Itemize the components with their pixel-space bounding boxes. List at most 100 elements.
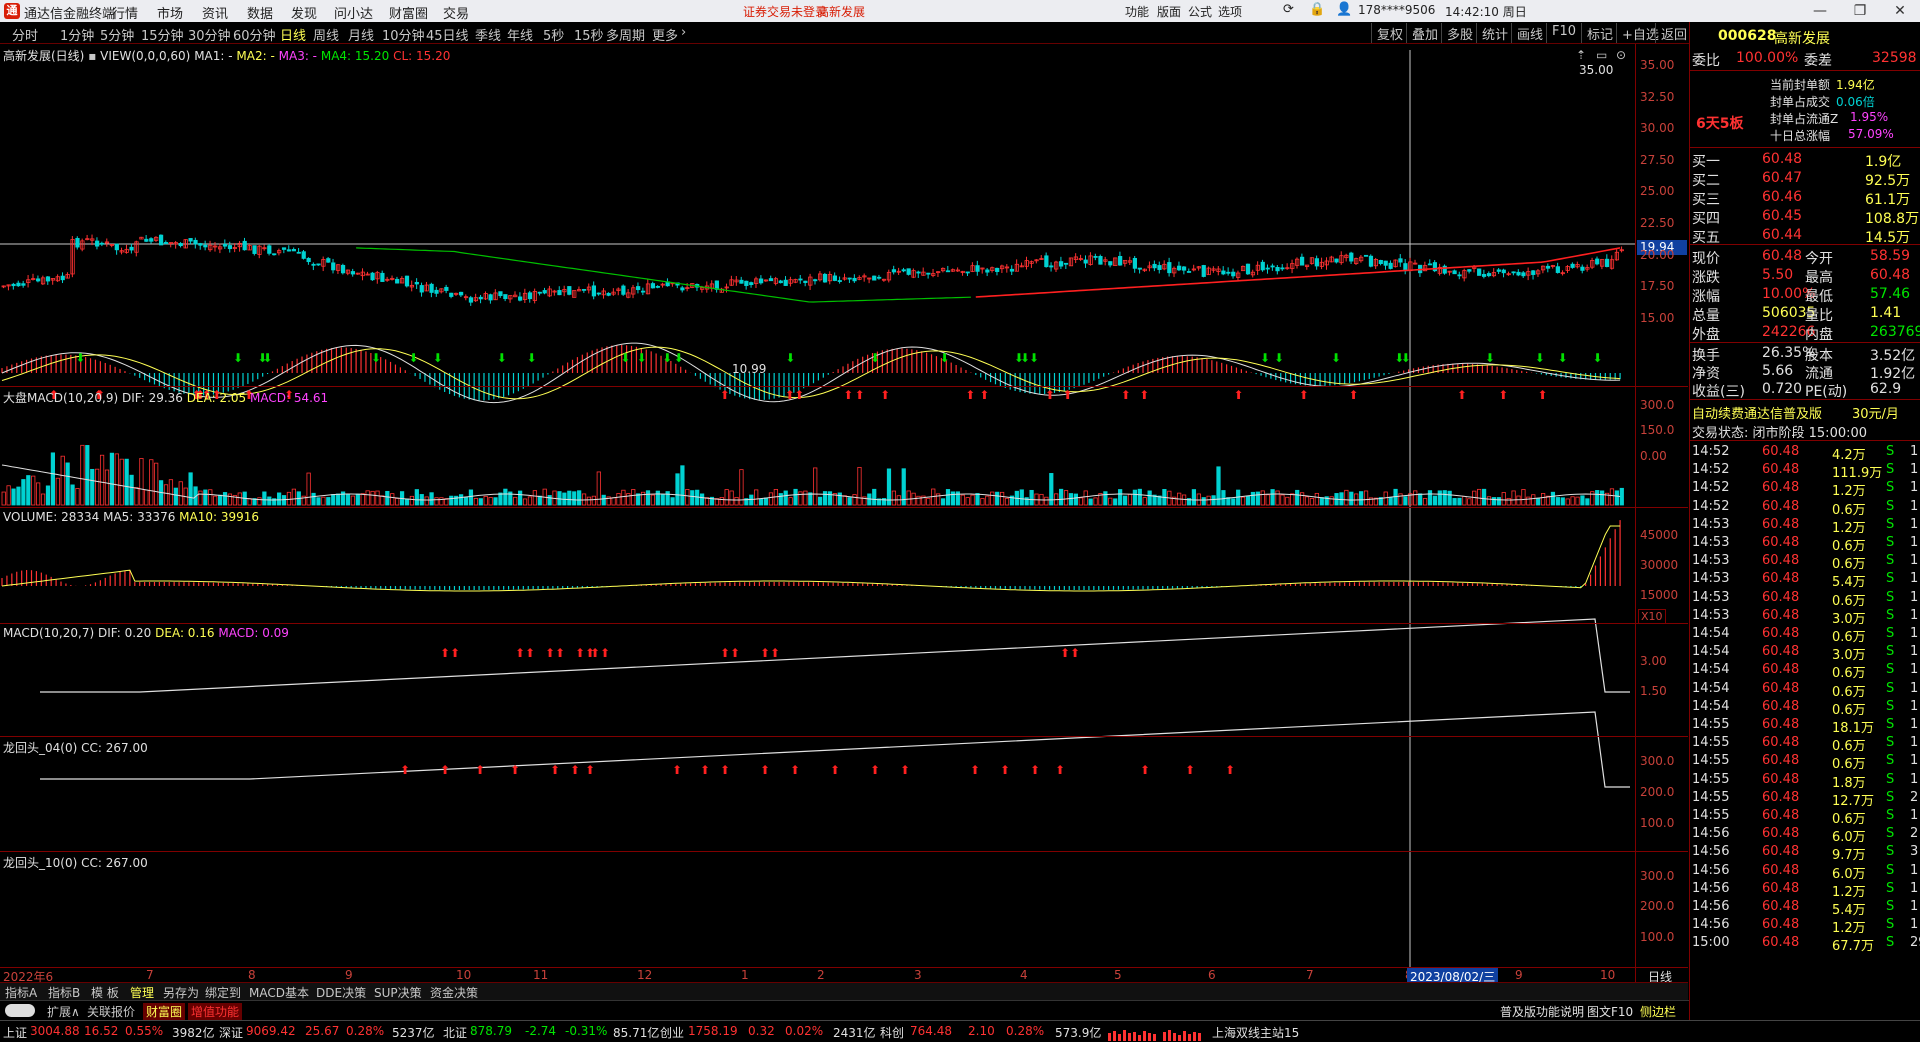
tab-indicator-b[interactable]: 指标B xyxy=(48,984,80,1001)
tab-dde[interactable]: DDE决策 xyxy=(316,984,366,1001)
top-formula[interactable]: 公式 xyxy=(1188,3,1212,20)
menu-wealth[interactable]: 财富圈 xyxy=(389,3,428,22)
tool-overlay[interactable]: 叠加 xyxy=(1406,23,1443,43)
tick-row[interactable]: 15:00 60.48 67.7万 S 29 xyxy=(1690,934,1920,954)
cy-label[interactable]: 创业 xyxy=(660,1024,684,1041)
menu-hq[interactable]: 行情 xyxy=(112,3,138,22)
tick-row[interactable]: 14:56 60.48 6.0万 S 2 xyxy=(1690,825,1920,845)
lock-icon[interactable]: 🔒 xyxy=(1309,2,1325,17)
top-options[interactable]: 选项 xyxy=(1218,3,1242,20)
period-15s[interactable]: 15秒 xyxy=(574,25,604,44)
minimize-icon[interactable]: — xyxy=(1800,0,1840,22)
period-30m[interactable]: 30分钟 xyxy=(188,25,231,44)
bid-row[interactable]: 买五 60.44 14.5万 xyxy=(1690,226,1920,246)
period-season[interactable]: 季线 xyxy=(475,25,501,44)
tab-bind[interactable]: 绑定到 xyxy=(205,984,241,1001)
period-1m[interactable]: 1分钟 xyxy=(60,25,94,44)
tick-row[interactable]: 14:53 60.48 0.6万 S 1 xyxy=(1690,589,1920,609)
tick-row[interactable]: 14:56 60.48 1.2万 S 1 xyxy=(1690,880,1920,900)
tick-row[interactable]: 14:53 60.48 0.6万 S 1 xyxy=(1690,534,1920,554)
promo-price[interactable]: 30元/月 xyxy=(1852,403,1899,422)
tool-stats[interactable]: 统计 xyxy=(1476,23,1513,43)
user-icon[interactable]: 👤 xyxy=(1336,2,1352,17)
promo-text[interactable]: 自动续费通达信普及版 xyxy=(1692,403,1822,422)
tab-sup[interactable]: SUP决策 xyxy=(374,984,422,1001)
top-func[interactable]: 功能 xyxy=(1125,3,1149,20)
bid-row[interactable]: 买四 60.45 108.8万 xyxy=(1690,207,1920,227)
tick-row[interactable]: 14:54 60.48 0.6万 S 1 xyxy=(1690,680,1920,700)
tool-draw[interactable]: 画线 xyxy=(1511,23,1548,43)
period-week[interactable]: 周线 xyxy=(313,25,339,44)
link-f10[interactable]: 图文F10 xyxy=(1587,1003,1633,1020)
tick-row[interactable]: 14:53 60.48 3.0万 S 1 xyxy=(1690,607,1920,627)
tick-row[interactable]: 14:55 60.48 12.7万 S 2 xyxy=(1690,789,1920,809)
tab-macd-basic[interactable]: MACD基本 xyxy=(249,984,309,1001)
menu-ask[interactable]: 问小达 xyxy=(334,3,373,22)
tick-row[interactable]: 14:56 60.48 5.4万 S 1 xyxy=(1690,898,1920,918)
kc-label[interactable]: 科创 xyxy=(880,1024,904,1041)
tick-row[interactable]: 14:55 60.48 0.6万 S 1 xyxy=(1690,807,1920,827)
tick-row[interactable]: 14:54 60.48 0.6万 S 1 xyxy=(1690,625,1920,645)
tab-value-added[interactable]: 增值功能 xyxy=(188,1003,243,1020)
tab-fund[interactable]: 资金决策 xyxy=(430,984,478,1001)
tab-manage[interactable]: 管理 xyxy=(130,984,154,1001)
tool-fuquan[interactable]: 复权 xyxy=(1371,23,1408,43)
tool-back[interactable]: 返回 xyxy=(1655,23,1692,43)
tick-row[interactable]: 14:52 60.48 1.2万 S 1 xyxy=(1690,479,1920,499)
period-60m[interactable]: 60分钟 xyxy=(233,25,276,44)
tick-row[interactable]: 14:55 60.48 18.1万 S 1 xyxy=(1690,716,1920,736)
tab-related-quote[interactable]: 关联报价 xyxy=(87,1003,135,1020)
tool-multi[interactable]: 多股 xyxy=(1441,23,1478,43)
period-day[interactable]: 日线 xyxy=(280,25,306,44)
tick-row[interactable]: 14:53 60.48 0.6万 S 1 xyxy=(1690,552,1920,572)
tick-row[interactable]: 14:52 60.48 4.2万 S 1 xyxy=(1690,443,1920,463)
tick-row[interactable]: 14:56 60.48 1.2万 S 1 xyxy=(1690,916,1920,936)
bid-row[interactable]: 买一 60.48 1.9亿 xyxy=(1690,150,1920,170)
period-5s[interactable]: 5秒 xyxy=(543,25,564,44)
menu-news[interactable]: 资讯 xyxy=(202,3,228,22)
login-notice[interactable]: 证券交易未登录 xyxy=(743,3,827,20)
tick-row[interactable]: 14:54 60.48 3.0万 S 1 xyxy=(1690,643,1920,663)
tick-row[interactable]: 14:53 60.48 5.4万 S 1 xyxy=(1690,570,1920,590)
period-10m[interactable]: 10分钟 xyxy=(382,25,425,44)
tick-row[interactable]: 14:56 60.48 6.0万 S 1 xyxy=(1690,862,1920,882)
stock-notice[interactable]: 高新发展 xyxy=(817,3,865,20)
tick-row[interactable]: 14:54 60.48 0.6万 S 1 xyxy=(1690,698,1920,718)
sh-label[interactable]: 上证 xyxy=(3,1024,27,1041)
more-chevron-icon[interactable]: › xyxy=(681,25,686,40)
top-layout[interactable]: 版面 xyxy=(1157,3,1181,20)
period-15m[interactable]: 15分钟 xyxy=(141,25,184,44)
period-year[interactable]: 年线 xyxy=(507,25,533,44)
period-5m[interactable]: 5分钟 xyxy=(100,25,134,44)
period-45d[interactable]: 45日线 xyxy=(426,25,469,44)
menu-market[interactable]: 市场 xyxy=(157,3,183,22)
tab-save-as[interactable]: 另存为 xyxy=(163,984,199,1001)
refresh-icon[interactable]: ⟳ xyxy=(1283,2,1294,17)
tick-row[interactable]: 14:52 60.48 111.9万 S 1 xyxy=(1690,461,1920,481)
tick-row[interactable]: 14:54 60.48 0.6万 S 1 xyxy=(1690,661,1920,681)
period-multi[interactable]: 多周期 xyxy=(606,25,645,44)
scroll-up-icon[interactable]: ⇡ xyxy=(1576,48,1586,62)
maximize-icon[interactable]: ❐ xyxy=(1840,0,1880,22)
user-id[interactable]: 178****9506 xyxy=(1358,3,1435,17)
link-sidebar[interactable]: 侧边栏 xyxy=(1640,1003,1676,1020)
tick-row[interactable]: 14:52 60.48 0.6万 S 1 xyxy=(1690,498,1920,518)
toggle-switch[interactable] xyxy=(5,1004,35,1017)
tick-row[interactable]: 14:55 60.48 0.6万 S 1 xyxy=(1690,752,1920,772)
bid-row[interactable]: 买三 60.46 61.1万 xyxy=(1690,188,1920,208)
tick-row[interactable]: 14:53 60.48 1.2万 S 1 xyxy=(1690,516,1920,536)
tool-f10[interactable]: F10 xyxy=(1546,23,1581,43)
tab-wealth-circle[interactable]: 财富圈 xyxy=(143,1003,186,1020)
link-basic-help[interactable]: 普及版功能说明 xyxy=(1500,1003,1584,1020)
bid-row[interactable]: 买二 60.47 92.5万 xyxy=(1690,169,1920,189)
menu-data[interactable]: 数据 xyxy=(247,3,273,22)
tool-mark[interactable]: 标记 xyxy=(1581,23,1618,43)
period-month[interactable]: 月线 xyxy=(348,25,374,44)
server-name[interactable]: 上海双线主站15 xyxy=(1212,1024,1299,1041)
tick-row[interactable]: 14:56 60.48 9.7万 S 3 xyxy=(1690,843,1920,863)
menu-trade[interactable]: 交易 xyxy=(443,3,469,22)
period-fenshi[interactable]: 分时 xyxy=(12,25,38,44)
bz-label[interactable]: 北证 xyxy=(443,1024,467,1041)
sz-label[interactable]: 深证 xyxy=(219,1024,243,1041)
pane-close-icon[interactable]: ⊙ xyxy=(1616,48,1626,62)
